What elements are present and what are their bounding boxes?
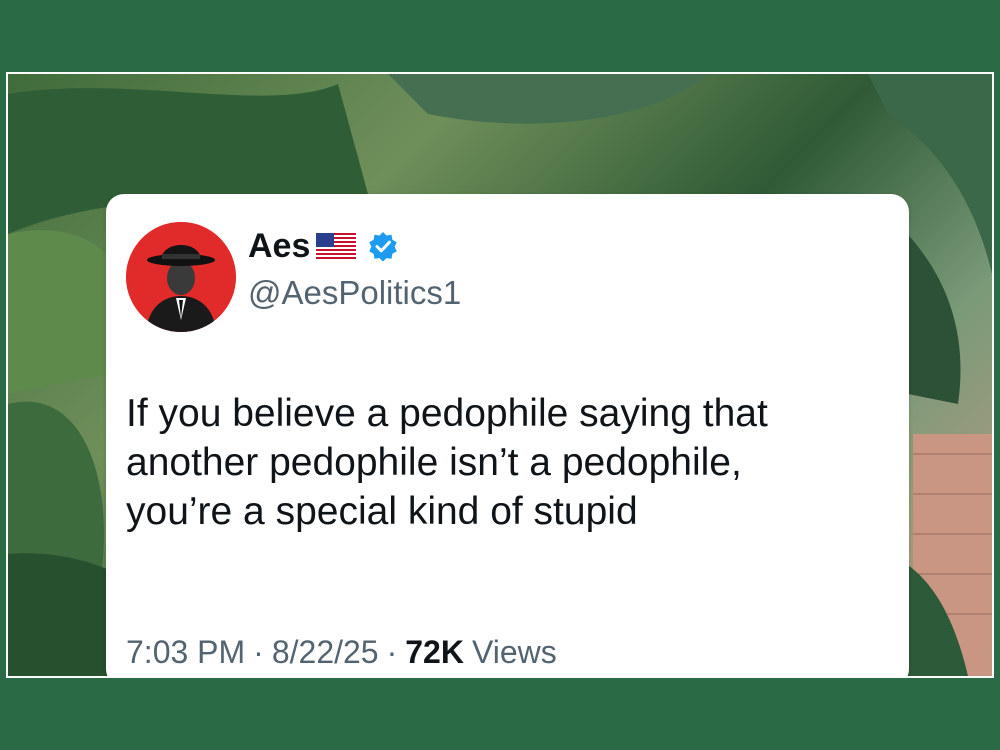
- author-name-row: Aes: [248, 224, 398, 268]
- user-handle[interactable]: @AesPolitics1: [248, 274, 461, 312]
- views-label: Views: [471, 634, 557, 670]
- views-count[interactable]: 72K: [405, 634, 464, 671]
- avatar[interactable]: [126, 222, 236, 332]
- display-name[interactable]: Aes: [248, 227, 310, 266]
- foliage-photo: Aes @AesPolitics1 If you believe a pedop…: [8, 74, 992, 676]
- tweet-date[interactable]: 8/22/25: [272, 634, 379, 671]
- tweet-text: If you believe a pedophile saying that a…: [126, 389, 896, 536]
- tweet-text-line: another pedophile isn’t a pedophile,: [126, 441, 742, 484]
- meta-separator: ·: [386, 634, 398, 670]
- meta-separator: ·: [253, 634, 264, 670]
- verified-badge-icon: [368, 231, 398, 262]
- tweet-card[interactable]: Aes @AesPolitics1 If you believe a pedop…: [106, 194, 909, 676]
- background-photo: Aes @AesPolitics1 If you believe a pedop…: [6, 72, 994, 678]
- man-in-fedora-avatar-icon: [126, 222, 236, 332]
- tweet-meta: 7:03 PM · 8/22/25 · 72K Views: [126, 634, 557, 671]
- tweet-text-line: If you believe a pedophile saying that: [126, 392, 768, 435]
- tweet-text-line: you’re a special kind of stupid: [126, 490, 638, 533]
- us-flag-icon: [316, 233, 357, 259]
- tweet-time[interactable]: 7:03 PM: [126, 634, 245, 671]
